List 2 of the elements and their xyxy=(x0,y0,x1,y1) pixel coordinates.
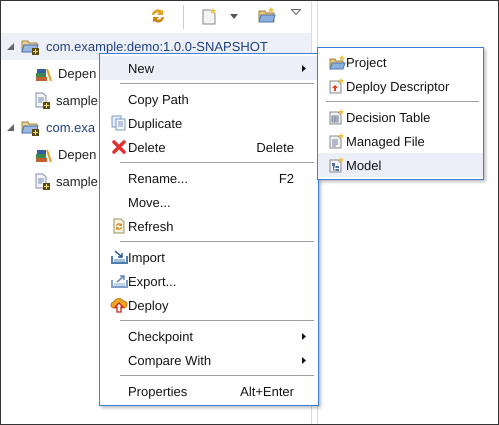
project-label: com.example:demo:1.0.0-SNAPSHOT xyxy=(46,39,268,54)
project-label: com.exa xyxy=(46,120,96,135)
